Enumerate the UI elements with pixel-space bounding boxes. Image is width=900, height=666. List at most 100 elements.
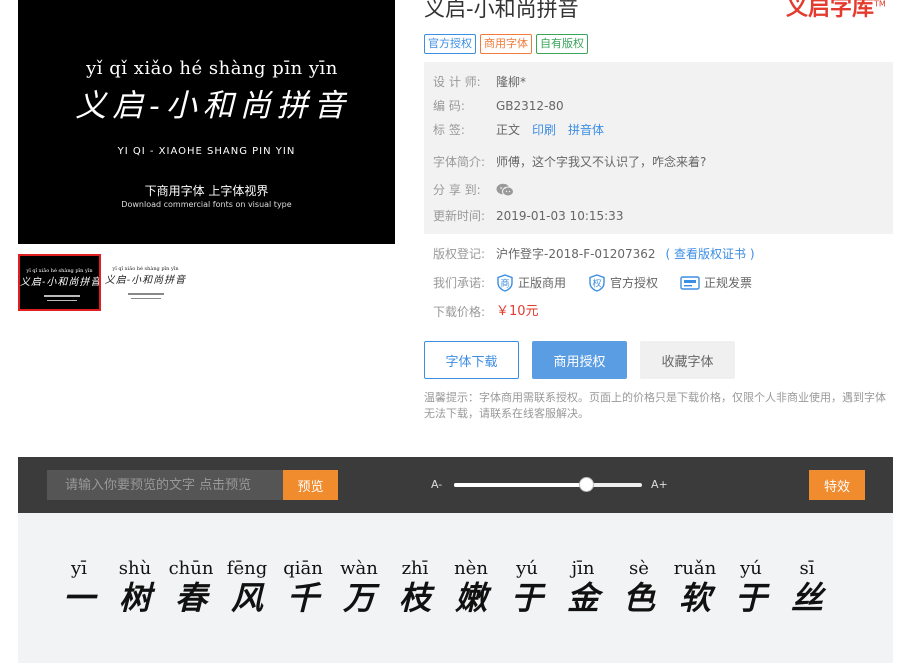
sample-char-hanzi: 枝	[398, 579, 431, 617]
font-preview-image: yǐ qǐ xiǎo hé shàng pīn yīn 义启-小和尚拼音 YI …	[18, 0, 395, 244]
sample-char-pinyin: yú	[740, 558, 762, 579]
tag-link-pinyin[interactable]: 拼音体	[568, 122, 604, 138]
sample-char: yú 于	[723, 558, 779, 616]
sample-char-pinyin: shù	[118, 558, 152, 579]
preview-pinyin: yǐ qǐ xiǎo hé shàng pīn yīn	[86, 58, 338, 79]
preview-tagline-en: Download commercial fonts on visual type	[121, 200, 292, 209]
intro-label: 字体简介:	[433, 155, 486, 169]
sample-char: fēng 风	[219, 558, 275, 616]
sample-char-hanzi: 风	[230, 579, 263, 617]
preview-latin-name: YI QI - XIAOHE SHANG PIN YIN	[117, 146, 296, 157]
sample-char-hanzi: 于	[734, 579, 767, 617]
thumbnail-light[interactable]: yǐ qǐ xiǎo hé shàng pīn yīn 义启-小和尚拼音	[104, 254, 187, 311]
sample-char-pinyin: yī	[71, 558, 87, 579]
preview-hanzi: 义启-小和尚拼音	[75, 88, 351, 124]
sample-text: yī 一 shù 树 chūn 春 fēng 风 qiān 千 wàn 万 zhī 枝 nèn 嫩 yú 于 jīn…	[51, 558, 835, 616]
wechat-icon[interactable]	[496, 183, 514, 197]
preview-text-input[interactable]	[47, 470, 283, 500]
sample-char-hanzi: 丝	[790, 579, 823, 617]
tags-label: 标 签:	[433, 123, 465, 137]
sample-char: shù 树	[107, 558, 163, 616]
promise-official-text: 官方授权	[610, 276, 659, 290]
sample-char-pinyin: sī	[799, 558, 815, 579]
svg-text:权: 权	[593, 278, 602, 290]
thumbnail-text-line	[131, 298, 161, 299]
sample-char: ruǎn 软	[667, 558, 723, 616]
trademark-mark: TM	[874, 0, 886, 9]
sample-char: yú 于	[499, 558, 555, 616]
sample-char-pinyin: wàn	[340, 558, 378, 579]
effects-button[interactable]: 特效	[809, 470, 865, 500]
intro-value: 师傅，这个字我又不认识了，咋念来着?	[496, 155, 707, 169]
notice-text: 温馨提示：字体商用需联系授权。页面上的价格只是下载价格，仅限个人非商业使用，遇到…	[424, 391, 886, 420]
copyright-value: 沪作登字-2018-F-01207362	[496, 247, 656, 261]
sample-char-hanzi: 千	[286, 579, 319, 617]
sample-char-pinyin: fēng	[226, 558, 268, 579]
promise-official: 权 官方授权	[588, 274, 658, 292]
designer-value: 隆柳*	[496, 75, 527, 89]
thumbnail-dark[interactable]: yǐ qǐ xiǎo hé shàng pīn yīn 义启-小和尚拼音	[18, 254, 101, 311]
sample-char-hanzi: 色	[622, 579, 655, 617]
favorite-font-button[interactable]: 收藏字体	[640, 341, 735, 379]
sample-char-pinyin: sè	[629, 558, 649, 579]
thumbnail-text-line	[128, 293, 164, 295]
preview-button[interactable]: 预览	[283, 470, 338, 500]
thumbnail-hanzi: 义启-小和尚拼音	[20, 277, 101, 288]
font-size-slider[interactable]	[454, 477, 642, 492]
sample-char-hanzi: 树	[118, 579, 151, 617]
updated-row: 更新时间: 2019-01-03 10:15:33	[433, 208, 623, 224]
view-certificate-link[interactable]: ( 查看版权证书 )	[666, 246, 755, 262]
copyright-label: 版权登记:	[433, 247, 486, 261]
font-preview-canvas: yī 一 shù 树 chūn 春 fēng 风 qiān 千 wàn 万 zhī 枝 nèn 嫩 yú 于 jīn…	[18, 513, 893, 663]
commercial-license-button[interactable]: 商用授权	[532, 341, 627, 379]
price-label: 下载价格:	[433, 305, 486, 319]
preview-tagline: 下商用字体 上字体视界	[144, 184, 269, 198]
sample-char-hanzi: 一	[62, 579, 95, 617]
sample-char: jīn 金	[555, 558, 611, 616]
sample-char: wàn 万	[331, 558, 387, 616]
share-row: 分 享 到:	[433, 182, 514, 198]
thumbnail-text-line	[44, 295, 80, 297]
sample-char: qiān 千	[275, 558, 331, 616]
promise-invoice-text: 正规发票	[704, 276, 753, 290]
thumbnail-hanzi: 义启-小和尚拼音	[104, 275, 187, 286]
font-size-slider-handle[interactable]	[578, 477, 594, 492]
font-size-increase-label[interactable]: A+	[651, 478, 668, 491]
preview-toolbar: 预览 A- A+ 特效	[18, 457, 893, 513]
promise-row: 我们承诺: 商 正版商用 权 官方授权 正规发票	[433, 274, 774, 292]
sample-char-hanzi: 于	[510, 579, 543, 617]
promise-label: 我们承诺:	[433, 276, 486, 290]
tag-text-body: 正文	[496, 123, 521, 137]
sample-char-pinyin: qiān	[283, 558, 323, 579]
price-row: 下载价格: ￥10元	[433, 304, 539, 320]
tags-row: 标 签: 正文 印刷 拼音体	[433, 122, 604, 138]
thumbnail-text-line	[47, 300, 77, 301]
font-size-decrease-label[interactable]: A-	[431, 478, 442, 491]
intro-row: 字体简介: 师傅，这个字我又不认识了，咋念来着?	[433, 154, 706, 170]
shield-shang-icon: 商	[497, 274, 513, 292]
font-title: 义启-小和尚拼音	[424, 0, 579, 21]
sample-char-hanzi: 春	[174, 579, 207, 617]
sample-char-hanzi: 金	[566, 579, 599, 617]
updated-value: 2019-01-03 10:15:33	[496, 209, 624, 223]
code-value: GB2312-80	[496, 99, 564, 113]
code-label: 编 码:	[433, 99, 465, 113]
code-row: 编 码: GB2312-80	[433, 98, 564, 114]
designer-row: 设 计 师: 隆柳*	[433, 74, 526, 90]
sample-char-pinyin: zhī	[401, 558, 429, 579]
sample-char-hanzi: 万	[342, 579, 375, 617]
designer-label: 设 计 师:	[433, 75, 481, 89]
tag-link-print[interactable]: 印刷	[532, 122, 556, 138]
sample-char: zhī 枝	[387, 558, 443, 616]
sample-char-hanzi: 软	[678, 579, 711, 617]
font-size-slider-fill	[454, 483, 586, 487]
invoice-icon	[680, 276, 700, 290]
font-download-button[interactable]: 字体下载	[424, 341, 519, 379]
tag-commercial-font: 商用字体	[480, 34, 532, 54]
brand-logo[interactable]: 义启字库TM	[786, 0, 886, 22]
sample-char-pinyin: nèn	[454, 558, 488, 579]
price-value: ￥10元	[496, 304, 539, 319]
sample-char-pinyin: jīn	[571, 558, 595, 579]
brand-name: 义启字库	[786, 0, 875, 21]
shield-quan-icon: 权	[589, 274, 605, 292]
